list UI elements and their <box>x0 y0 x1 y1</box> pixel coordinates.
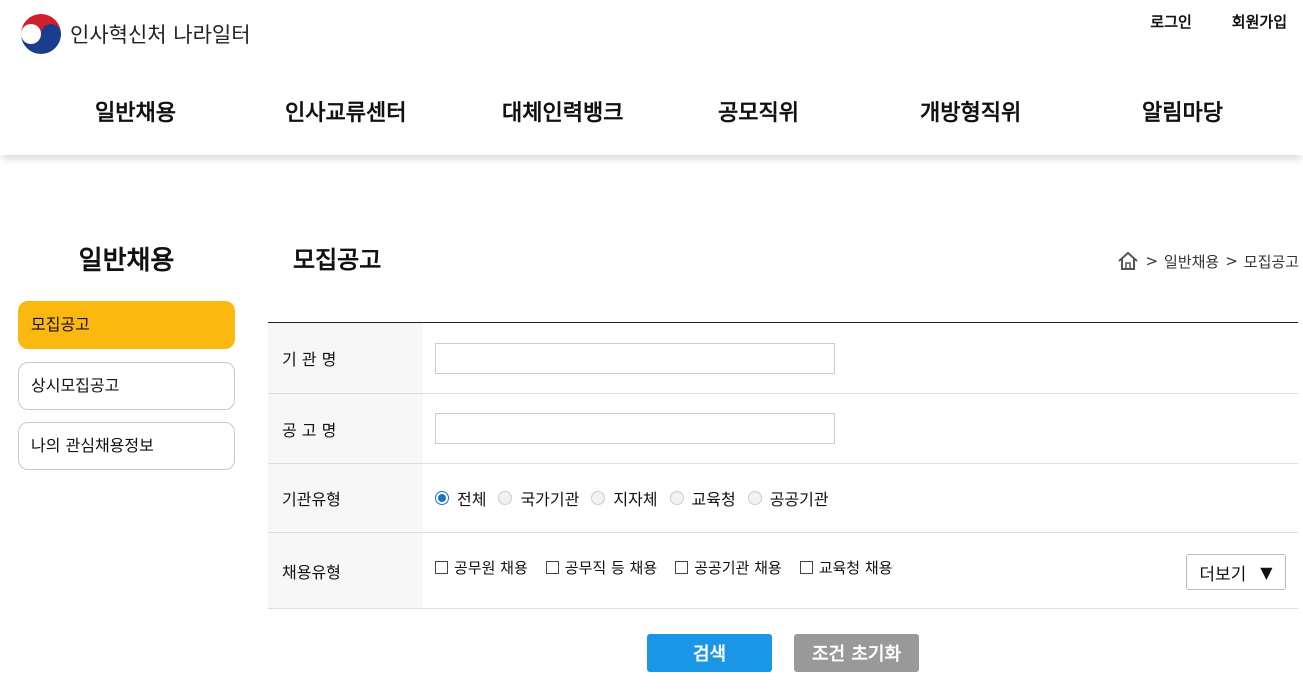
breadcrumb-item-current: 모집공고 <box>1243 252 1299 271</box>
form-row-hire-type: 채용유형 공무원 채용 공무직 등 채용 공공기관 채용 교육청 채용 더보기 … <box>268 533 1298 609</box>
checkbox-icon <box>545 561 559 574</box>
hire-type-check-group: 공무원 채용 공무직 등 채용 공공기관 채용 교육청 채용 <box>435 557 910 578</box>
breadcrumb-separator: > <box>1145 252 1159 270</box>
radio-unchecked-icon <box>669 491 684 505</box>
triangle-down-icon: ▼ <box>1260 562 1273 582</box>
page-title: 모집공고 <box>293 246 382 274</box>
hire-type-label: 채용유형 <box>268 533 423 608</box>
sidebar-item-my-interest[interactable]: 나의 관심채용정보 <box>18 422 235 470</box>
site-logo[interactable]: 인사혁신처 나라일터 <box>18 11 251 57</box>
hire-type-check-civil[interactable]: 공무원 채용 <box>435 557 528 578</box>
global-nav: 일반채용 인사교류센터 대체인력뱅크 공모직위 개방형직위 알림마당 <box>0 95 1303 127</box>
radio-label: 교육청 <box>691 490 736 509</box>
notice-name-label: 공 고 명 <box>268 394 423 463</box>
gnb-item-open-position[interactable]: 개방형직위 <box>920 95 1021 127</box>
more-button-label: 더보기 <box>1199 564 1247 585</box>
taegeuk-logo-icon <box>19 12 63 56</box>
site-header: 인사혁신처 나라일터 로그인 회원가입 일반채용 인사교류센터 대체인력뱅크 공… <box>0 0 1303 155</box>
checkbox-icon <box>675 561 689 574</box>
checkbox-label: 공공기관 채용 <box>694 559 782 577</box>
breadcrumb-item-general[interactable]: 일반채용 <box>1164 251 1219 272</box>
gnb-item-exchange-center[interactable]: 인사교류센터 <box>285 95 406 127</box>
radio-label: 국가기관 <box>520 490 580 509</box>
gnb-item-general-recruit[interactable]: 일반채용 <box>95 95 176 127</box>
logo-text: 인사혁신처 나라일터 <box>70 23 251 47</box>
radio-unchecked-icon <box>591 491 606 505</box>
form-row-notice-name: 공 고 명 <box>268 394 1298 464</box>
radio-checked-icon <box>435 491 449 505</box>
sidebar-item-recruit-notice[interactable]: 모집공고 <box>18 301 235 349</box>
org-type-radio-all[interactable]: 전체 <box>435 486 486 510</box>
util-menu: 로그인 회원가입 <box>1150 11 1287 32</box>
hire-type-check-public-org[interactable]: 공공기관 채용 <box>675 557 782 578</box>
form-row-org-name: 기 관 명 <box>268 323 1298 394</box>
sidebar-item-always-recruit[interactable]: 상시모집공고 <box>18 362 235 410</box>
org-type-radio-public[interactable]: 공공기관 <box>747 486 829 510</box>
home-icon[interactable] <box>1117 250 1139 272</box>
gnb-item-open-competition[interactable]: 공모직위 <box>718 95 799 127</box>
org-type-radio-national[interactable]: 국가기관 <box>498 486 579 510</box>
signup-link[interactable]: 회원가입 <box>1232 11 1287 32</box>
checkbox-icon <box>799 561 813 574</box>
checkbox-label: 공무원 채용 <box>454 559 528 577</box>
org-type-radio-group: 전체 국가기관 지자체 교육청 공공기관 <box>435 486 837 510</box>
radio-label: 지자체 <box>613 490 658 509</box>
more-button[interactable]: 더보기 ▼ <box>1186 554 1286 590</box>
sidebar-title: 일반채용 <box>78 246 175 276</box>
search-form: 기 관 명 공 고 명 기관유형 전체 국가기관 지자체 교육청 공공기관 채용… <box>268 322 1298 609</box>
radio-unchecked-icon <box>747 491 762 505</box>
gnb-item-notice[interactable]: 알림마당 <box>1142 95 1223 127</box>
org-name-input[interactable] <box>435 342 835 374</box>
checkbox-label: 교육청 채용 <box>818 559 893 577</box>
gnb-item-substitute-bank[interactable]: 대체인력뱅크 <box>502 95 623 127</box>
notice-name-input[interactable] <box>435 413 835 444</box>
checkbox-label: 공무직 등 채용 <box>564 559 658 577</box>
login-link[interactable]: 로그인 <box>1150 11 1191 32</box>
form-row-org-type: 기관유형 전체 국가기관 지자체 교육청 공공기관 <box>268 464 1298 533</box>
radio-label: 전체 <box>457 490 487 509</box>
reset-conditions-button[interactable]: 조건 초기화 <box>794 634 919 672</box>
radio-label: 공공기관 <box>769 490 829 509</box>
org-type-label: 기관유형 <box>268 464 423 532</box>
search-button[interactable]: 검색 <box>647 634 772 672</box>
breadcrumb: > 일반채용 > 모집공고 <box>1117 250 1299 272</box>
checkbox-icon <box>435 561 448 574</box>
org-type-radio-local[interactable]: 지자체 <box>591 486 658 510</box>
org-name-label: 기 관 명 <box>268 323 423 393</box>
breadcrumb-separator: > <box>1225 252 1238 270</box>
hire-type-check-education[interactable]: 교육청 채용 <box>799 557 893 578</box>
hire-type-check-public-worker[interactable]: 공무직 등 채용 <box>545 557 658 578</box>
org-type-radio-education[interactable]: 교육청 <box>669 486 736 510</box>
radio-unchecked-icon <box>498 491 513 505</box>
